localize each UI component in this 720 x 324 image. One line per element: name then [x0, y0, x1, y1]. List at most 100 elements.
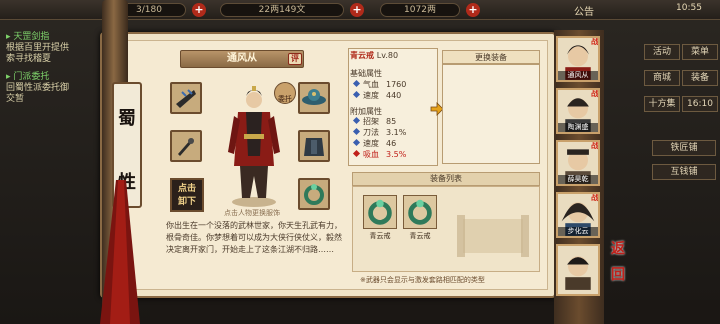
menu-market-button[interactable]: 十方集	[644, 96, 680, 112]
equip-slot-ring[interactable]	[298, 178, 330, 210]
weapon-level: Lv.80	[376, 51, 399, 60]
attr-row: 吸血 3.5%	[352, 149, 434, 160]
attr-label: 招架	[363, 117, 379, 126]
hero-card[interactable]: 战 陶渊盛	[556, 88, 600, 134]
gold-value: 1072两	[404, 5, 436, 15]
add-coin-button[interactable]: +	[350, 3, 364, 17]
hero-card[interactable]: 战 薛昊乾	[556, 140, 600, 186]
equip-footnote: ※武器只会显示与激发套路相匹配的类型	[360, 276, 485, 284]
diamond-icon	[352, 127, 361, 136]
coin-counter: 22两149文	[220, 3, 344, 17]
hero-name: 薛昊乾	[558, 175, 598, 184]
equip-list-item[interactable]	[363, 195, 397, 229]
diamond-icon	[352, 149, 361, 158]
return-label: 返	[611, 241, 625, 257]
character-name: 通风从	[227, 53, 257, 64]
attr-value: 85	[386, 117, 397, 126]
quest-desc: 索寻找稽夏	[6, 54, 52, 64]
menu-timer: 16:10	[682, 96, 718, 112]
equip-slot-hidden-weapon[interactable]	[170, 130, 202, 162]
quest-title: 天罡剑指	[13, 32, 50, 42]
coin-value: 22两149文	[258, 5, 306, 15]
attr-label: 吸血	[363, 150, 379, 159]
fight-badge: 战	[591, 141, 599, 150]
attr-label: 气血	[363, 80, 379, 89]
exchange-button[interactable]: 互钱铺	[652, 164, 716, 180]
ring-icon	[408, 199, 432, 225]
base-attr-title: 基础属性	[350, 69, 382, 78]
unequip-label: 卸下	[177, 197, 196, 207]
change-equip-box	[442, 64, 540, 164]
entrust-button[interactable]: 委托	[274, 82, 296, 104]
extra-attr-title: 附加属性	[350, 107, 382, 116]
menu-equip-button[interactable]: 装备	[682, 70, 718, 86]
add-gold-button[interactable]: +	[466, 3, 480, 17]
fight-badge: 战	[591, 193, 599, 202]
attr-row: 气血 1760	[352, 79, 434, 90]
attr-value: 440	[386, 91, 402, 100]
equip-slot-weapon[interactable]	[170, 82, 202, 114]
attr-row: 速度 46	[352, 138, 434, 149]
hero-name: 步化云	[558, 227, 598, 236]
quest-item[interactable]: ▸ 天罡剑指 根据百里开提供 索寻找稽夏	[6, 32, 69, 65]
ring-icon	[300, 180, 328, 208]
add-stamina-button[interactable]: +	[192, 3, 206, 17]
quest-item[interactable]: ▸ 门派委托 回蜀性派委托御 交暂	[6, 72, 69, 105]
hero-card[interactable]	[556, 244, 600, 296]
hero-card[interactable]: 战 通风从	[556, 36, 600, 82]
weapon-name: 青云戒	[350, 51, 374, 60]
menu-activity-button[interactable]: 活动	[644, 44, 680, 60]
entrust-label: 委托	[278, 95, 292, 103]
announcement-button[interactable]: 公告	[574, 3, 594, 18]
hero-portrait	[565, 256, 591, 290]
attr-row: 速度 440	[352, 90, 434, 101]
equip-list: 青云戒 青云戒	[352, 186, 540, 272]
equip-list-item[interactable]	[403, 195, 437, 229]
character-portrait[interactable]	[224, 86, 284, 208]
hat-icon	[300, 84, 328, 112]
menu-main-button[interactable]: 菜单	[682, 44, 718, 60]
blacksmith-button[interactable]: 铁匠铺	[652, 140, 716, 156]
attr-value: 3.5%	[386, 150, 407, 159]
faction-char: 蜀	[118, 108, 136, 129]
return-button[interactable]: 返 回	[600, 236, 636, 292]
attr-label: 刀法	[363, 128, 379, 137]
stamina-value: 3/180	[136, 5, 162, 15]
weapon-title: 青云戒 Lv.80	[350, 50, 436, 62]
clock: 10:55	[676, 3, 702, 13]
fight-badge: 战	[591, 89, 599, 98]
attr-value: 1760	[386, 80, 407, 89]
character-bio: 你出生在一个没落的武林世家，你天生孔武有力，根骨奇佳。你梦想着可以成为大侠行侠仗…	[166, 221, 342, 254]
return-label: 回	[611, 267, 625, 283]
attr-label: 速度	[363, 139, 379, 148]
rate-button[interactable]: 评	[288, 53, 302, 65]
quest-desc: 根据百里开提供	[6, 43, 70, 53]
equip-item-name: 青云戒	[369, 232, 391, 240]
claw-weapon-icon	[172, 84, 200, 112]
diamond-icon	[352, 79, 361, 88]
attr-value: 46	[386, 139, 397, 148]
menu-shop-button[interactable]: 商城	[644, 70, 680, 86]
quest-desc: 交暂	[6, 94, 25, 104]
equip-slot-helmet[interactable]	[298, 82, 330, 114]
equip-slot-armor[interactable]	[298, 130, 330, 162]
armor-icon	[300, 132, 328, 160]
dagger-icon	[172, 132, 200, 160]
fight-badge: 战	[591, 37, 599, 46]
unequip-button[interactable]: 点击 卸下	[170, 178, 204, 212]
hero-name: 通风从	[558, 71, 598, 80]
right-menu: 活动 菜单 商城 装备 十方集 16:10 铁匠铺 互钱铺	[640, 40, 720, 200]
quest-title: 门派委托	[13, 72, 50, 82]
attr-row: 招架 85	[352, 116, 434, 127]
equip-item-name: 青云戒	[409, 232, 431, 240]
hero-card[interactable]: 战 步化云	[556, 192, 600, 238]
unequip-label: 点击	[177, 184, 196, 194]
attr-row: 刀法 3.1%	[352, 127, 434, 138]
hero-name: 陶渊盛	[558, 123, 598, 132]
character-name-banner: 通风从	[180, 50, 304, 68]
quest-desc: 回蜀性派委托御	[6, 83, 70, 93]
bottom-bar	[150, 300, 720, 324]
attr-label: 速度	[363, 91, 379, 100]
tassel-icon	[100, 180, 140, 324]
scroll-watermark-icon	[457, 215, 529, 257]
